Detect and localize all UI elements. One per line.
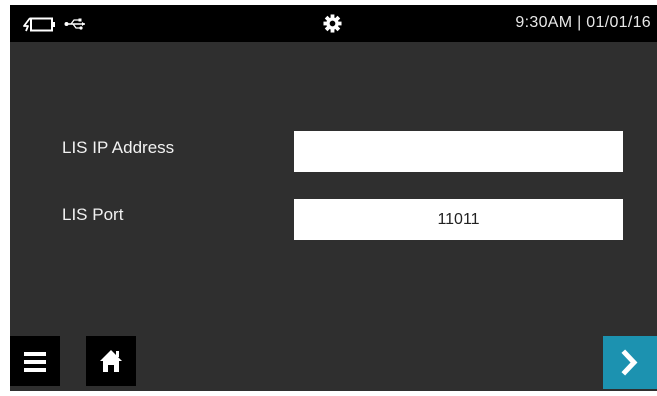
hamburger-menu-icon: [24, 352, 46, 372]
usb-icon: [64, 18, 85, 30]
battery-charging-icon: [23, 17, 55, 32]
lis-port-input[interactable]: [294, 199, 623, 240]
menu-button[interactable]: [10, 336, 60, 386]
lis-ip-address-label: LIS IP Address: [62, 138, 175, 157]
status-bar: 9:30AM | 01/01/16: [10, 5, 657, 42]
gear-icon[interactable]: [323, 14, 342, 33]
chevron-right-icon: [621, 349, 638, 376]
status-clock: 9:30AM | 01/01/16: [515, 14, 651, 31]
device-screen: 9:30AM | 01/01/16 LIS IP Address LIS Por…: [10, 5, 657, 391]
lis-port-label: LIS Port: [62, 205, 124, 224]
home-button[interactable]: [86, 336, 136, 386]
next-button[interactable]: [603, 336, 657, 389]
lis-ip-address-input[interactable]: [294, 131, 623, 172]
home-icon: [100, 350, 122, 372]
